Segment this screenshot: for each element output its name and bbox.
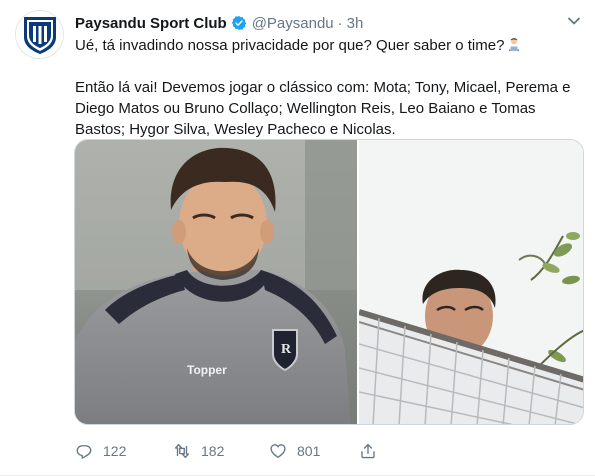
tweet-text: Ué, tá invadindo nossa privacidade por q… [75,35,580,140]
author-name[interactable]: Paysandu Sport Club [75,15,227,32]
retweet-count: 182 [201,443,225,459]
media-photo-wall[interactable] [359,140,583,424]
tweet[interactable]: Paysandu Sport Club @Paysandu · 3h Ué, t… [0,0,595,476]
man-technologist-emoji-icon [506,36,522,52]
share-icon [361,443,375,459]
retweet-icon [174,443,190,459]
tweet-media[interactable]: R Topper [74,139,584,425]
jersey-brand-label: Topper [187,363,227,377]
media-photo-coach[interactable]: R Topper [75,140,359,424]
svg-text:R: R [281,342,292,357]
retweet-button[interactable]: 182 [173,442,269,460]
reply-count: 122 [103,443,127,459]
heart-icon [270,444,286,459]
separator-dot: · [337,14,343,32]
avatar[interactable] [15,10,64,59]
tweet-header: Paysandu Sport Club @Paysandu · 3h [75,12,363,34]
share-button[interactable] [359,442,377,460]
like-count: 801 [297,443,321,459]
author-handle[interactable]: @Paysandu [252,15,334,32]
club-crest-icon [23,16,56,54]
verified-badge-icon [231,15,247,31]
tweet-timestamp[interactable]: 3h [347,15,364,32]
chevron-down-icon[interactable] [567,14,581,28]
reply-button[interactable]: 122 [75,442,173,460]
tweet-text-first: Ué, tá invadindo nossa privacidade por q… [75,37,505,54]
tweet-text-line: Ué, tá invadindo nossa privacidade por q… [75,35,580,56]
tweet-actions: 122 182 801 [75,440,377,462]
like-button[interactable]: 801 [269,442,359,460]
tweet-text-body: Então lá vai! Devemos jogar o clássico c… [75,79,571,138]
reply-icon [76,445,92,459]
